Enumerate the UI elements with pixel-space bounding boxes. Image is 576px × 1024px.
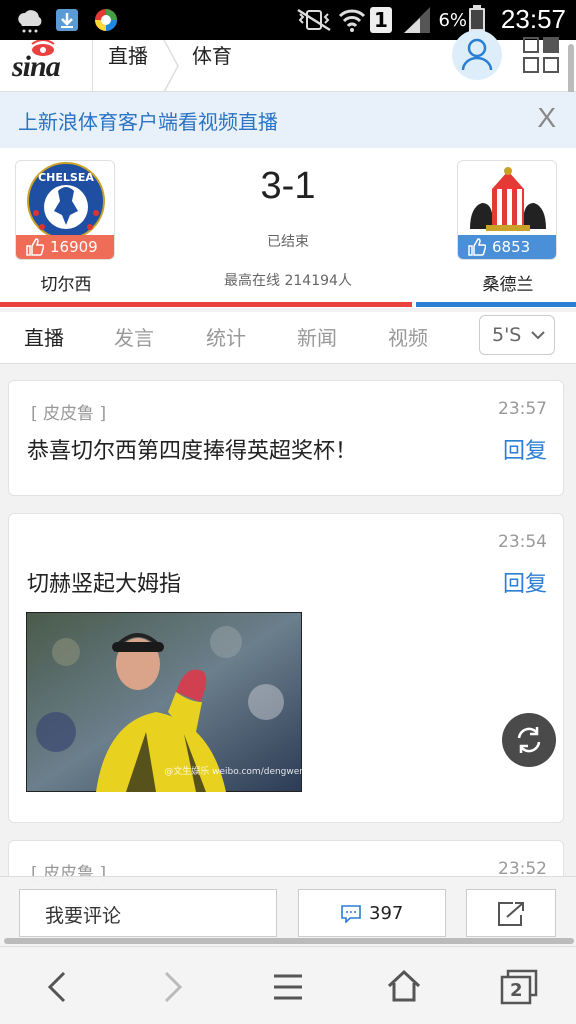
chevron-down-icon <box>531 331 545 340</box>
home-team-crest[interactable]: CHELSEA 16909 <box>15 160 115 260</box>
post-photo[interactable]: @文生娱乐 weibo.com/dengwenming <box>26 612 302 792</box>
browser-app-icon <box>95 9 117 31</box>
sim-badge: 1 <box>370 7 392 33</box>
tab-news[interactable]: 新闻 <box>297 322 337 351</box>
comment-placeholder: 我要评论 <box>45 905 122 927</box>
comment-action-bar: 我要评论 397 <box>0 876 576 946</box>
chelsea-crest-icon: CHELSEA <box>27 162 105 240</box>
crest-text: CHELSEA <box>38 171 94 184</box>
promo-text: 上新浪体育客户端看视频直播 <box>18 110 278 134</box>
tabs-count: 2 <box>510 980 523 1001</box>
user-icon <box>461 38 493 71</box>
post-author: [ 皮皮鲁 ] <box>31 404 107 424</box>
menu-icon[interactable] <box>272 973 304 1001</box>
grid-menu-icon[interactable] <box>522 36 560 74</box>
weather-cloud-icon <box>18 10 42 33</box>
tab-comments[interactable]: 发言 <box>114 322 154 351</box>
tabs-button[interactable]: 2 <box>500 969 538 1005</box>
away-likes-count: 6853 <box>492 238 531 256</box>
tab-live[interactable]: 直播 <box>24 322 64 351</box>
user-button[interactable] <box>452 30 502 80</box>
peak-online: 最高在线 214194人 <box>224 273 352 289</box>
comment-bubble-icon <box>341 905 361 923</box>
reply-button[interactable]: 回复 <box>503 433 547 465</box>
refresh-interval-value: 5'S <box>492 324 522 346</box>
sina-logo[interactable]: sina <box>10 40 90 92</box>
back-icon[interactable] <box>44 971 72 1003</box>
breadcrumb-separator-icon <box>163 40 179 92</box>
post-time: 23:54 <box>498 532 547 552</box>
away-team-name: 桑德兰 <box>482 275 534 295</box>
home-support-bar <box>0 302 412 307</box>
refresh-interval-select[interactable]: 5'S <box>479 315 555 355</box>
home-likes-count: 16909 <box>50 238 98 256</box>
home-icon[interactable] <box>386 969 422 1003</box>
site-header: sina 直播 体育 <box>0 30 576 266</box>
home-likes-button[interactable]: 16909 <box>16 235 114 259</box>
share-button[interactable] <box>466 889 556 937</box>
thumbs-up-icon <box>468 238 486 256</box>
away-team-crest[interactable]: 6853 <box>457 160 557 260</box>
battery-percent: 6% <box>438 10 467 31</box>
comment-input[interactable]: 我要评论 <box>19 889 277 937</box>
vibrate-mute-icon <box>297 8 331 32</box>
browser-nav-bar: 2 <box>0 946 576 1024</box>
refresh-button[interactable] <box>502 713 556 767</box>
away-likes-button[interactable]: 6853 <box>458 235 556 259</box>
sunderland-crest-icon <box>470 167 546 231</box>
share-icon <box>498 902 524 926</box>
photo-watermark: @文生娱乐 weibo.com/dengwenming <box>164 765 302 777</box>
comments-count-button[interactable]: 397 <box>298 889 446 937</box>
post-text: 切赫竖起大姆指 <box>27 572 182 597</box>
thumbs-up-icon <box>26 238 44 256</box>
breadcrumb-live[interactable]: 直播 <box>108 40 148 92</box>
download-icon <box>56 9 78 31</box>
signal-icon <box>404 7 430 33</box>
app-promo-banner[interactable]: 上新浪体育客户端看视频直播 X <box>0 92 576 148</box>
home-team-name: 切尔西 <box>40 275 92 295</box>
wifi-icon <box>338 9 366 32</box>
logo-text: sina <box>12 50 61 83</box>
live-post: [ 皮皮鲁 ] 23:57 恭喜切尔西第四度捧得英超奖杯！ 回复 <box>8 380 564 496</box>
clock: 23:57 <box>500 4 566 34</box>
post-time: 23:57 <box>498 399 547 419</box>
breadcrumb-sports[interactable]: 体育 <box>192 40 232 92</box>
divider <box>92 40 93 92</box>
score: 3-1 <box>260 165 316 207</box>
comment-count: 397 <box>369 903 404 924</box>
post-text: 恭喜切尔西第四度捧得英超奖杯！ <box>27 439 358 464</box>
refresh-icon <box>517 727 541 753</box>
reply-button[interactable]: 回复 <box>503 566 547 598</box>
close-banner-button[interactable]: X <box>537 102 556 134</box>
live-post: 23:54 切赫竖起大姆指 回复 @文生娱乐 weibo.com/dengwen… <box>8 513 564 823</box>
horizontal-scrollbar[interactable] <box>4 938 574 944</box>
forward-icon[interactable] <box>158 971 186 1003</box>
match-status: 已结束 <box>267 234 309 250</box>
away-support-bar <box>416 302 576 307</box>
tab-stats[interactable]: 统计 <box>206 322 246 351</box>
tab-video[interactable]: 视频 <box>388 322 428 351</box>
